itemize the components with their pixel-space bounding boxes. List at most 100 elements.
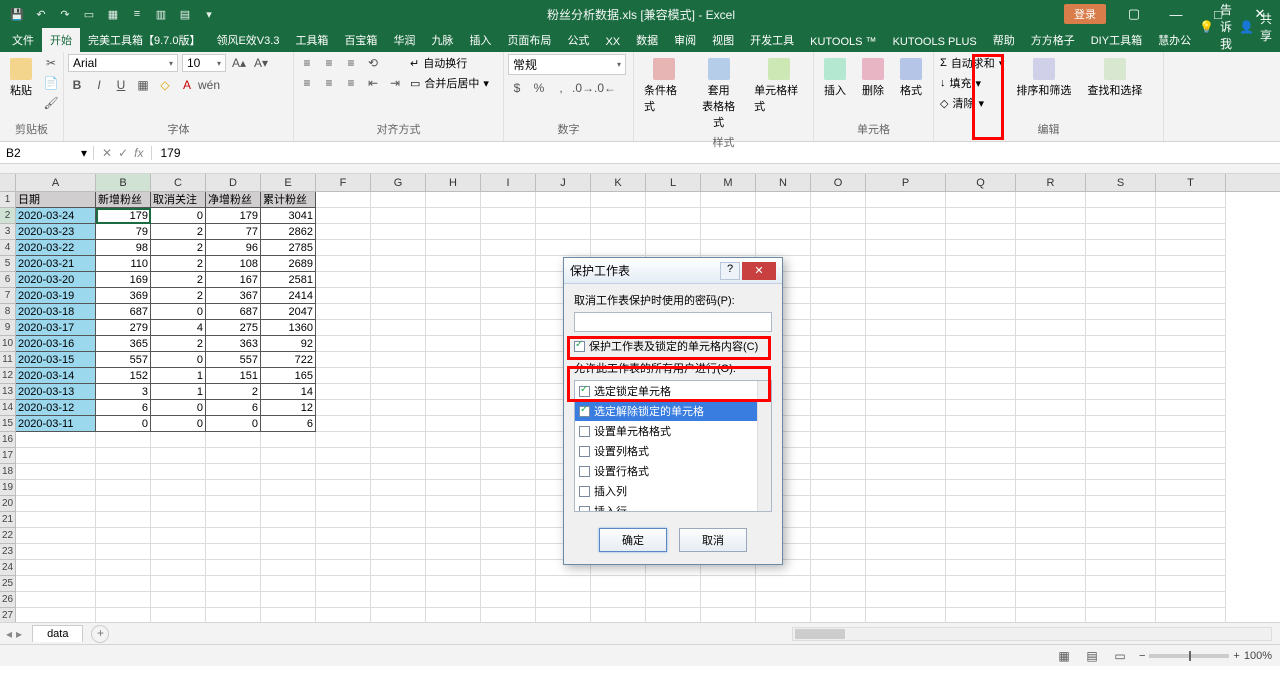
cell[interactable]	[1086, 272, 1156, 288]
cell[interactable]	[946, 608, 1016, 622]
cell[interactable]	[481, 320, 536, 336]
cell[interactable]	[16, 544, 96, 560]
cell[interactable]	[426, 192, 481, 208]
zoom-value[interactable]: 100%	[1244, 650, 1272, 662]
indent-dec-icon[interactable]: ⇤	[364, 74, 382, 92]
dialog-titlebar[interactable]: 保护工作表 ? ✕	[564, 258, 782, 284]
cell[interactable]	[946, 400, 1016, 416]
row-header[interactable]: 17	[0, 448, 16, 464]
cell[interactable]	[946, 576, 1016, 592]
permission-item[interactable]: 设置行格式	[575, 461, 771, 481]
row-header[interactable]: 9	[0, 320, 16, 336]
cell[interactable]	[866, 544, 946, 560]
cell[interactable]: 6	[261, 416, 316, 432]
tab-九脉[interactable]: 九脉	[423, 28, 461, 52]
cell[interactable]	[1016, 560, 1086, 576]
cell[interactable]: 152	[96, 368, 151, 384]
col-header[interactable]: Q	[946, 174, 1016, 191]
cell[interactable]	[866, 272, 946, 288]
row-header[interactable]: 27	[0, 608, 16, 622]
sheet-tab[interactable]: data	[32, 625, 83, 642]
cell[interactable]	[1016, 304, 1086, 320]
cell[interactable]	[206, 464, 261, 480]
cell[interactable]	[1086, 512, 1156, 528]
permission-item[interactable]: 选定锁定单元格	[575, 381, 771, 401]
col-header[interactable]: M	[701, 174, 756, 191]
cell[interactable]: 2020-03-21	[16, 256, 96, 272]
cell[interactable]	[316, 448, 371, 464]
col-header[interactable]: O	[811, 174, 866, 191]
cell[interactable]: 557	[206, 352, 261, 368]
cell[interactable]	[371, 416, 426, 432]
cell[interactable]	[426, 256, 481, 272]
cell[interactable]: 1	[151, 368, 206, 384]
cell[interactable]	[206, 432, 261, 448]
cell[interactable]	[1016, 208, 1086, 224]
cell[interactable]	[96, 448, 151, 464]
select-all-corner[interactable]	[0, 174, 16, 191]
cell[interactable]	[866, 608, 946, 622]
cell[interactable]	[316, 256, 371, 272]
tab-华润[interactable]: 华润	[385, 28, 423, 52]
cell[interactable]	[946, 560, 1016, 576]
cell[interactable]	[811, 560, 866, 576]
cell[interactable]	[946, 192, 1016, 208]
cell[interactable]	[946, 240, 1016, 256]
cell[interactable]	[1086, 352, 1156, 368]
cell[interactable]	[316, 480, 371, 496]
horizontal-scrollbar[interactable]	[792, 627, 1272, 641]
share[interactable]: 共享	[1260, 10, 1272, 44]
align-left-icon[interactable]: ≡	[298, 74, 316, 92]
increase-font-icon[interactable]: A▴	[230, 54, 248, 72]
cell[interactable]	[866, 192, 946, 208]
cell[interactable]	[811, 416, 866, 432]
cell[interactable]	[481, 288, 536, 304]
border-icon[interactable]: ▦	[134, 76, 152, 94]
cell[interactable]	[591, 608, 646, 622]
col-header[interactable]: N	[756, 174, 811, 191]
col-header[interactable]: F	[316, 174, 371, 191]
cell[interactable]	[151, 576, 206, 592]
cell[interactable]	[811, 544, 866, 560]
cell[interactable]	[316, 336, 371, 352]
cell[interactable]	[481, 240, 536, 256]
cell[interactable]	[481, 496, 536, 512]
cell[interactable]	[591, 224, 646, 240]
tab-KUTOOLS ™[interactable]: KUTOOLS ™	[802, 32, 884, 52]
row-header[interactable]: 15	[0, 416, 16, 432]
cell[interactable]	[151, 512, 206, 528]
cell[interactable]	[426, 560, 481, 576]
cell[interactable]	[151, 528, 206, 544]
row-header[interactable]: 10	[0, 336, 16, 352]
cell[interactable]	[866, 288, 946, 304]
cell[interactable]	[1156, 560, 1226, 576]
cell[interactable]	[261, 496, 316, 512]
zoom-control[interactable]: − + 100%	[1139, 650, 1272, 662]
cell[interactable]: 167	[206, 272, 261, 288]
cell[interactable]	[946, 224, 1016, 240]
cell[interactable]: 365	[96, 336, 151, 352]
cell[interactable]	[316, 512, 371, 528]
cell[interactable]	[591, 208, 646, 224]
comma-icon[interactable]: ,	[552, 79, 570, 97]
cell[interactable]	[946, 304, 1016, 320]
cell[interactable]	[811, 592, 866, 608]
column-headers[interactable]: ABCDEFGHIJKLMNOPQRST	[0, 174, 1280, 192]
cell[interactable]	[481, 224, 536, 240]
row-header[interactable]: 20	[0, 496, 16, 512]
cell[interactable]	[426, 592, 481, 608]
cell[interactable]	[811, 576, 866, 592]
cell[interactable]	[866, 432, 946, 448]
row-header[interactable]: 22	[0, 528, 16, 544]
col-header[interactable]: T	[1156, 174, 1226, 191]
cell[interactable]	[1086, 240, 1156, 256]
cell[interactable]: 0	[151, 304, 206, 320]
share-icon[interactable]: 👤	[1239, 20, 1254, 34]
cell[interactable]	[316, 240, 371, 256]
dialog-help-icon[interactable]: ?	[720, 262, 740, 280]
cell[interactable]	[946, 480, 1016, 496]
cell[interactable]	[866, 528, 946, 544]
font-color-icon[interactable]: A	[178, 76, 196, 94]
cell[interactable]: 2020-03-18	[16, 304, 96, 320]
cell[interactable]	[16, 592, 96, 608]
